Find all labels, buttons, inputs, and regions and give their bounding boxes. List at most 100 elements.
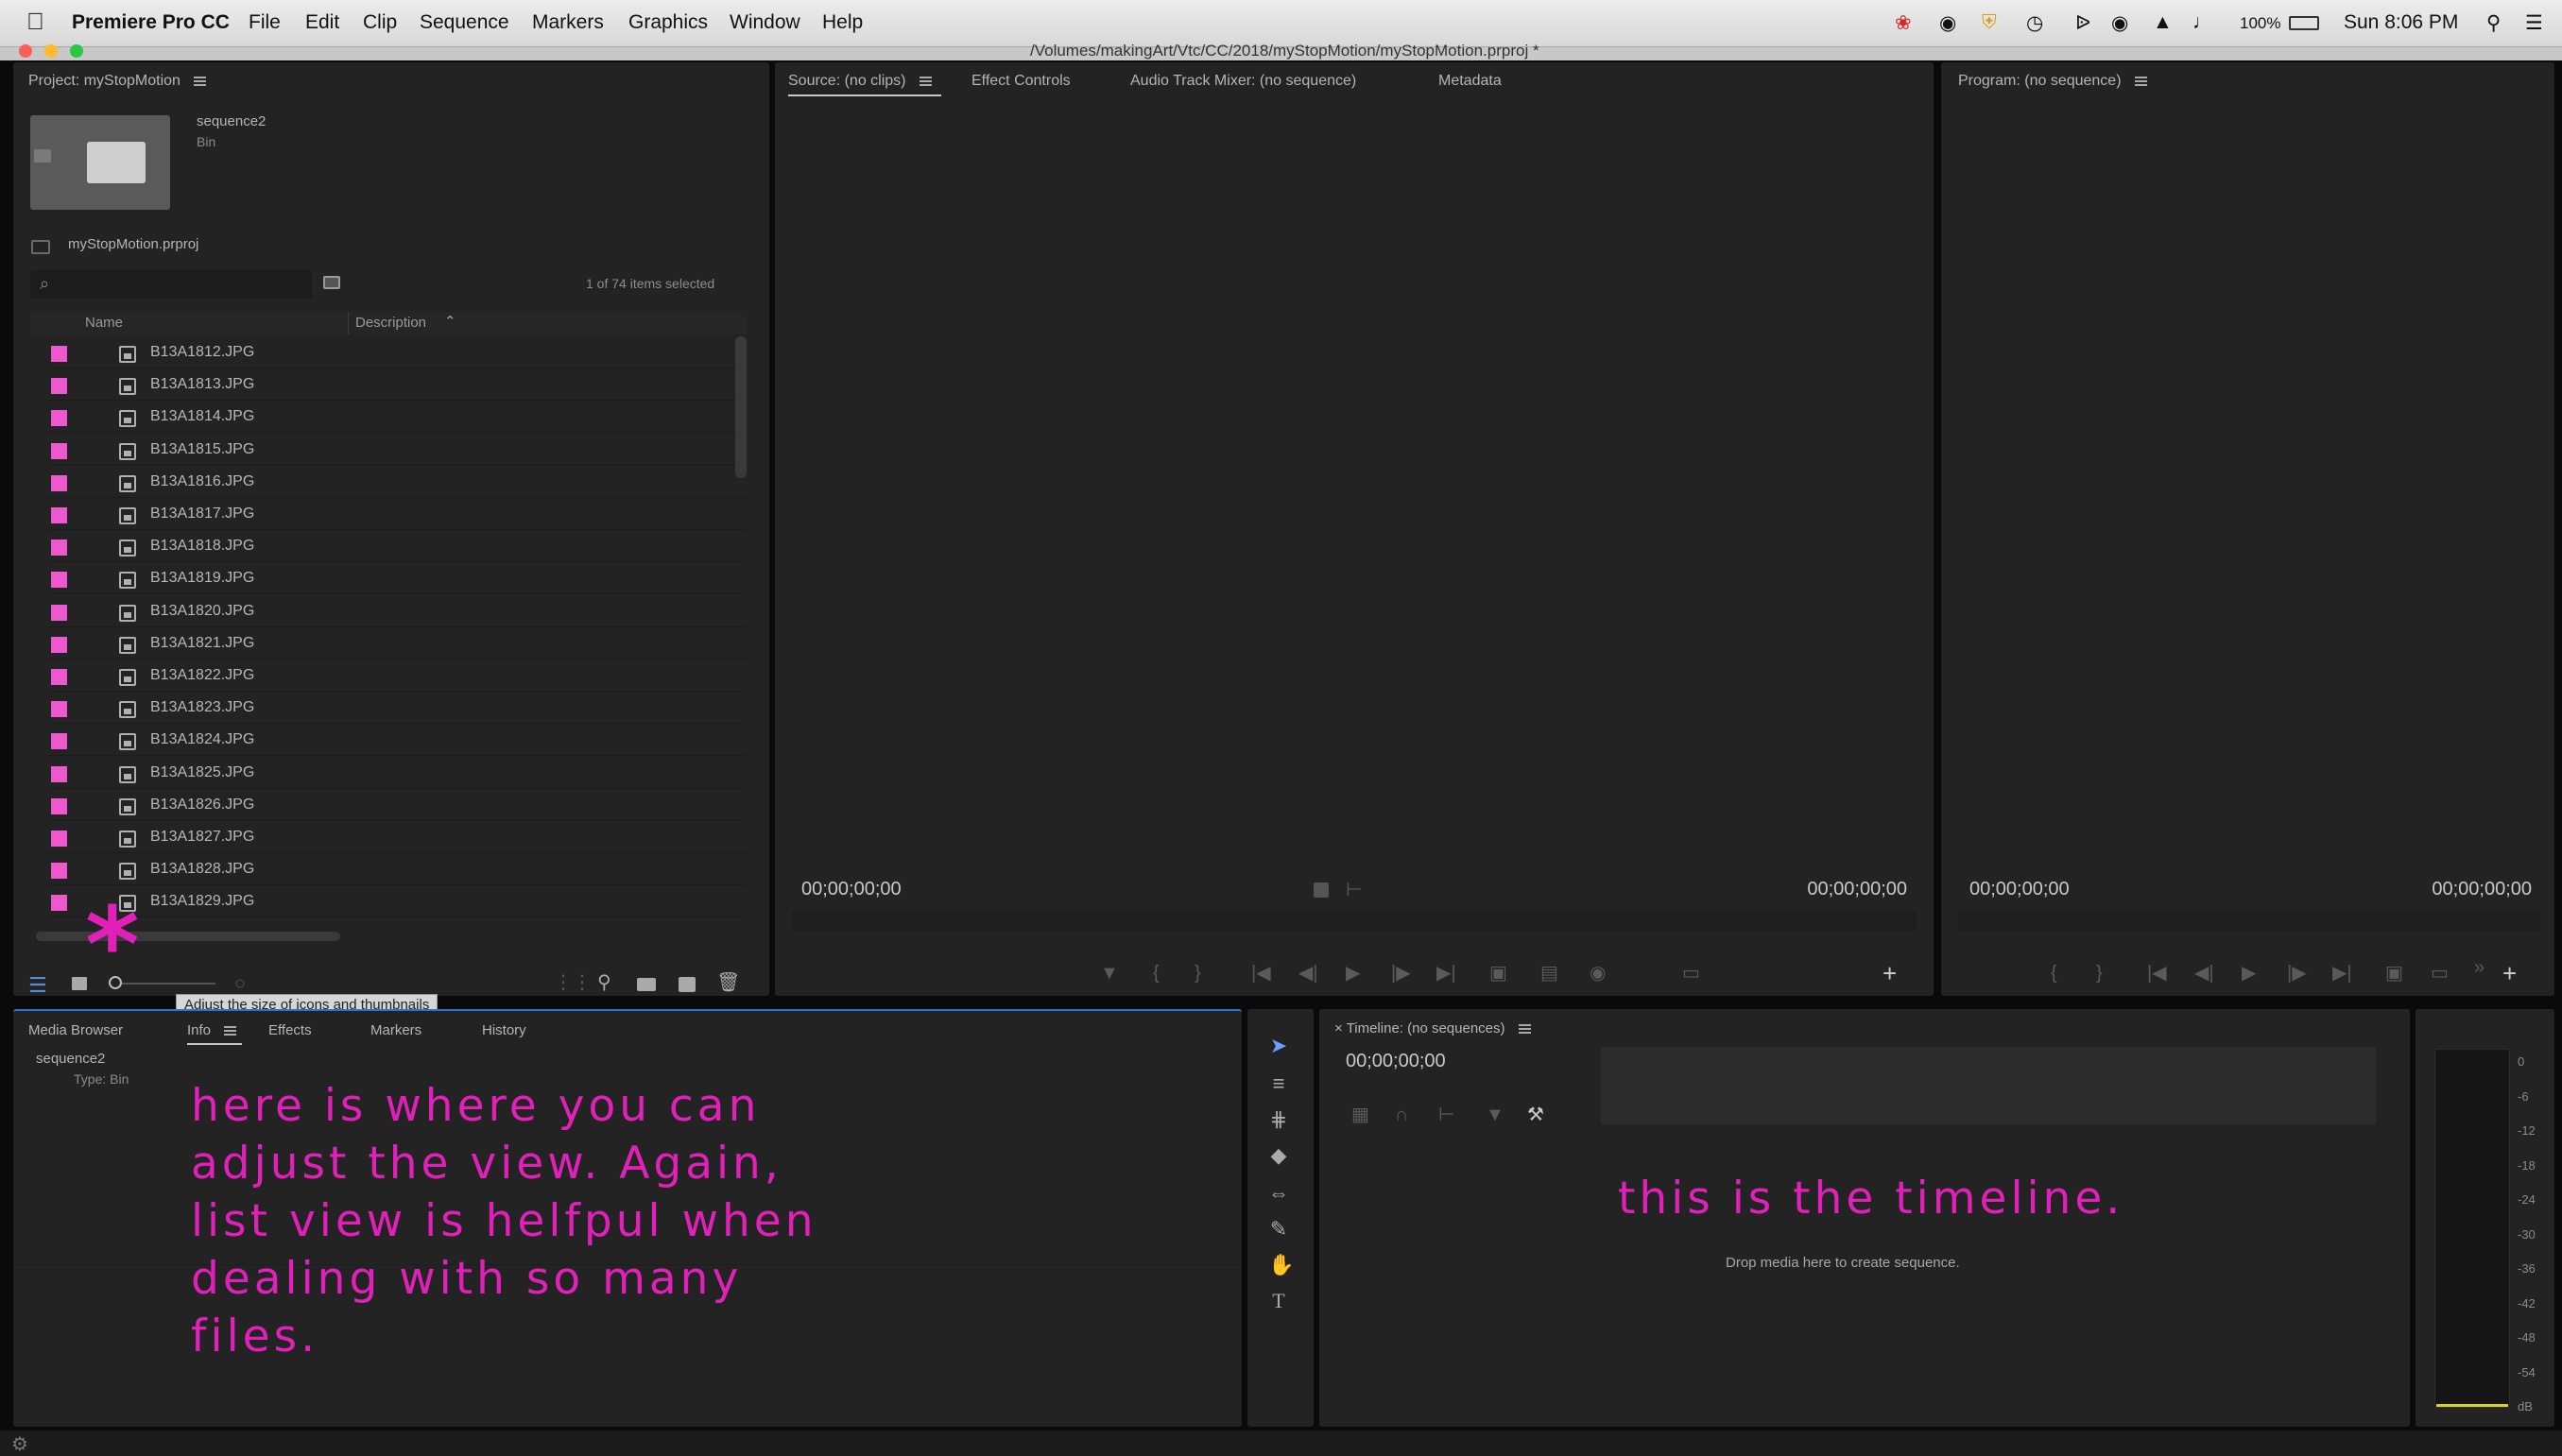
- timeline-settings-wrench-icon[interactable]: ⚒: [1527, 1105, 1544, 1124]
- background-task-icon[interactable]: ⚙: [11, 1432, 28, 1456]
- slip-tool-icon[interactable]: ⇔: [1268, 1183, 1289, 1204]
- list-item[interactable]: B13A1824.JPG: [47, 724, 747, 757]
- menu-clip[interactable]: Clip: [363, 11, 397, 34]
- program-go-to-out-icon[interactable]: ▶|: [2332, 964, 2352, 983]
- label-color-swatch[interactable]: [51, 442, 67, 459]
- go-to-out-icon[interactable]: ▶|: [1436, 964, 1456, 983]
- label-color-swatch[interactable]: [51, 765, 67, 782]
- tab-source[interactable]: Source: (no clips): [788, 73, 932, 90]
- tab-markers[interactable]: Markers: [370, 1022, 421, 1038]
- label-color-swatch[interactable]: [51, 895, 67, 912]
- list-scrollbar[interactable]: [735, 336, 747, 478]
- mark-out-icon[interactable]: }: [1195, 964, 1201, 983]
- fit-dropdown-icon[interactable]: [1314, 882, 1329, 898]
- tab-audio-track-mixer[interactable]: Audio Track Mixer: (no sequence): [1130, 73, 1356, 90]
- lift-icon[interactable]: ▣: [2385, 964, 2403, 983]
- menu-clock[interactable]: Sun 8:06 PM: [2344, 11, 2458, 34]
- sort-icons-button[interactable]: ○: [234, 973, 246, 995]
- spotlight-search-icon[interactable]: ⚲: [2486, 11, 2501, 35]
- menu-help[interactable]: Help: [822, 11, 863, 34]
- notification-center-icon[interactable]: ☰: [2525, 11, 2543, 35]
- go-to-in-icon[interactable]: |◀: [1251, 964, 1271, 983]
- window-zoom-button[interactable]: [70, 44, 83, 58]
- timeline-drop-hint[interactable]: Drop media here to create sequence.: [1726, 1255, 1960, 1271]
- label-color-swatch[interactable]: [51, 346, 67, 362]
- time-machine-icon[interactable]: ◷: [2026, 11, 2043, 35]
- settings-wrench-icon[interactable]: ⊢: [1346, 881, 1362, 899]
- menu-app-name[interactable]: Premiere Pro CC: [72, 11, 230, 34]
- overwrite-icon[interactable]: ▤: [1540, 964, 1558, 983]
- list-item[interactable]: B13A1812.JPG: [47, 336, 747, 368]
- timeline-timecode[interactable]: 00;00;00;00: [1346, 1051, 1446, 1072]
- label-color-swatch[interactable]: [51, 669, 67, 685]
- add-button-icon[interactable]: +: [1883, 961, 1897, 985]
- program-panel-title[interactable]: Program: (no sequence): [1958, 73, 2147, 90]
- list-item[interactable]: B13A1815.JPG: [47, 434, 747, 466]
- list-item[interactable]: B13A1819.JPG: [47, 562, 747, 595]
- new-item-icon[interactable]: [679, 977, 696, 992]
- trash-icon[interactable]: 🗑: [716, 973, 740, 992]
- list-item[interactable]: B13A1820.JPG: [47, 595, 747, 627]
- column-description[interactable]: Description: [355, 315, 426, 331]
- insert-icon[interactable]: ▣: [1489, 964, 1507, 983]
- label-color-swatch[interactable]: [51, 540, 67, 557]
- status-circle-icon[interactable]: ◉: [1939, 11, 1956, 35]
- source-timecode-in[interactable]: 00;00;00;00: [801, 879, 902, 900]
- menu-file[interactable]: File: [249, 11, 281, 34]
- add-marker-icon[interactable]: ▼: [1486, 1105, 1505, 1124]
- menu-edit[interactable]: Edit: [305, 11, 339, 34]
- list-item[interactable]: B13A1826.JPG: [47, 789, 747, 821]
- add-marker-icon[interactable]: ▼: [1100, 964, 1119, 983]
- tab-history[interactable]: History: [482, 1022, 526, 1038]
- panel-menu-icon[interactable]: [193, 76, 206, 86]
- label-color-swatch[interactable]: [51, 636, 67, 653]
- project-file-path[interactable]: myStopMotion.prproj: [68, 236, 198, 252]
- list-item[interactable]: B13A1817.JPG: [47, 498, 747, 530]
- program-step-forward-icon[interactable]: |▶: [2287, 964, 2307, 983]
- mark-in-icon[interactable]: {: [1153, 964, 1160, 983]
- extract-icon[interactable]: ▭: [2431, 964, 2449, 983]
- shield-icon[interactable]: ⛨: [1982, 11, 1997, 34]
- program-play-icon[interactable]: ▶: [2242, 964, 2256, 983]
- program-timecode-in[interactable]: 00;00;00;00: [1969, 879, 2070, 900]
- list-item[interactable]: B13A1814.JPG: [47, 401, 747, 434]
- label-color-swatch[interactable]: [51, 474, 67, 491]
- search-input[interactable]: [64, 274, 301, 295]
- pen-tool-icon[interactable]: ✎: [1268, 1219, 1289, 1240]
- label-color-swatch[interactable]: [51, 410, 67, 427]
- list-item[interactable]: B13A1821.JPG: [47, 627, 747, 659]
- type-tool-icon[interactable]: T: [1268, 1291, 1289, 1311]
- program-step-back-icon[interactable]: ◀|: [2194, 964, 2214, 983]
- battery-icon[interactable]: [2289, 16, 2319, 30]
- list-view-icon[interactable]: ☰: [28, 975, 47, 996]
- panel-menu-icon[interactable]: [2134, 76, 2147, 86]
- horizontal-scrollbar[interactable]: [36, 932, 340, 941]
- program-time-ruler[interactable]: [1958, 911, 2540, 932]
- menu-sequence[interactable]: Sequence: [420, 11, 509, 34]
- export-frame-icon[interactable]: ◉: [1590, 964, 1606, 983]
- label-color-swatch[interactable]: [51, 701, 67, 718]
- bin-thumbnail[interactable]: [30, 115, 170, 210]
- list-item[interactable]: B13A1828.JPG: [47, 853, 747, 886]
- label-color-swatch[interactable]: [51, 831, 67, 847]
- new-bin-icon[interactable]: [637, 978, 656, 991]
- label-color-swatch[interactable]: [51, 863, 67, 880]
- play-icon[interactable]: ▶: [1346, 964, 1360, 983]
- menu-markers[interactable]: Markers: [532, 11, 604, 34]
- search-field[interactable]: ⌕: [30, 270, 312, 299]
- timeline-ruler[interactable]: [1601, 1047, 2376, 1124]
- list-item[interactable]: B13A1818.JPG: [47, 530, 747, 563]
- airplay-icon[interactable]: ▲: [2153, 11, 2173, 34]
- find-icon[interactable]: ⚲: [597, 973, 611, 992]
- snap-icon[interactable]: ∩: [1395, 1105, 1408, 1124]
- sort-ascending-icon[interactable]: ⌃: [444, 313, 456, 330]
- window-minimize-button[interactable]: [44, 44, 58, 58]
- tab-info[interactable]: Info: [187, 1022, 237, 1038]
- more-controls-icon[interactable]: »: [2474, 958, 2485, 977]
- label-color-swatch[interactable]: [51, 507, 67, 523]
- creative-cloud-icon[interactable]: ❀: [1895, 11, 1912, 35]
- timeline-title[interactable]: × Timeline: (no sequences): [1334, 1020, 1531, 1036]
- panel-menu-icon[interactable]: [224, 1026, 237, 1036]
- automate-to-sequence-icon[interactable]: ⋮⋮: [554, 973, 592, 992]
- window-close-button[interactable]: [19, 44, 32, 58]
